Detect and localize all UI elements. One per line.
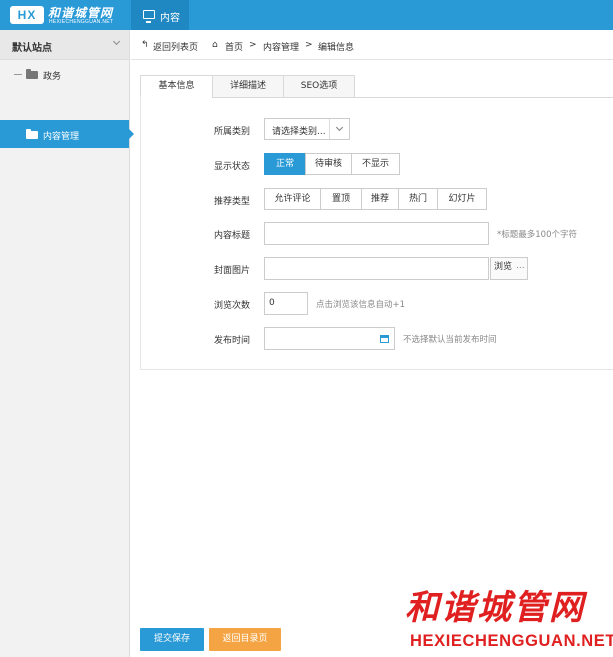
cover-label: 封面图片 <box>214 266 251 276</box>
category-label: 所属类别 <box>214 127 251 137</box>
calendar-icon[interactable] <box>380 335 389 343</box>
tab-seo-options[interactable]: SEO选项 <box>283 75 355 98</box>
recommend-button[interactable]: 推荐 <box>361 188 399 210</box>
title-input[interactable] <box>264 222 489 245</box>
views-input[interactable]: 0 <box>264 292 308 315</box>
cover-image-input[interactable] <box>264 257 489 280</box>
back-arrow-icon[interactable]: ↰ <box>141 40 149 50</box>
category-select[interactable]: 请选择类别... <box>264 118 350 140</box>
title-hint: *标题最多100个字符 <box>497 230 577 240</box>
tab-detail-description[interactable]: 详细描述 <box>212 75 284 98</box>
active-pointer <box>129 129 134 139</box>
sidebar-item-label: 内容管理 <box>43 132 80 142</box>
publish-time-hint: 不选择默认当前发布时间 <box>403 335 497 345</box>
breadcrumb: ↰ 返回列表页 ⌂ 首页 > 内容管理 > 编辑信息 <box>131 30 613 60</box>
recommend-label: 推荐类型 <box>214 197 251 207</box>
chevron-down-icon <box>112 37 121 46</box>
status-toggle-group: 正常 待审核 不显示 <box>264 153 400 175</box>
recommend-toggle-group: 允许评论 置顶 推荐 热门 幻灯片 <box>264 188 487 210</box>
browse-button[interactable]: 浏览 ... <box>490 257 528 280</box>
chevron-down-icon <box>329 119 349 139</box>
views-value: 0 <box>269 298 275 308</box>
folder-icon <box>26 69 38 79</box>
ellipsis-icon: ... <box>516 261 525 271</box>
top-tab-content[interactable]: 内容 <box>131 0 189 30</box>
logo-badge: HX <box>10 6 44 24</box>
site-selector[interactable]: 默认站点 <box>0 30 129 60</box>
browse-button-label: 浏览 <box>494 262 513 272</box>
breadcrumb-home[interactable]: 首页 <box>225 40 243 53</box>
site-label: 默认站点 <box>12 43 52 54</box>
monitor-icon <box>143 10 155 23</box>
breadcrumb-separator: > <box>249 40 257 50</box>
sidebar-item-label: 政务 <box>43 72 62 82</box>
sidebar-item-content-management[interactable]: 内容管理 <box>0 120 134 148</box>
views-label: 浏览次数 <box>214 301 251 311</box>
breadcrumb-current: 编辑信息 <box>318 43 355 53</box>
publish-time-input[interactable] <box>264 327 395 350</box>
home-icon[interactable]: ⌂ <box>212 40 218 50</box>
status-pending-button[interactable]: 待审核 <box>305 153 352 175</box>
title-label: 内容标题 <box>214 231 251 241</box>
logo-subtext: HEXIECHENGGUAN.NET <box>49 19 114 25</box>
form-tabs: 基本信息 详细描述 SEO选项 <box>140 75 613 98</box>
status-label: 显示状态 <box>214 162 251 172</box>
tree-line <box>14 74 22 75</box>
tab-basic-info[interactable]: 基本信息 <box>140 75 213 98</box>
slideshow-button[interactable]: 幻灯片 <box>437 188 487 210</box>
watermark-url: HEXIECHENGGUAN.NET <box>410 632 613 650</box>
submit-save-button[interactable]: 提交保存 <box>140 628 204 651</box>
hot-button[interactable]: 热门 <box>398 188 438 210</box>
watermark-logo: 和谐城管网 <box>405 588 585 628</box>
breadcrumb-content-management[interactable]: 内容管理 <box>263 40 299 53</box>
status-normal-button[interactable]: 正常 <box>264 153 306 175</box>
logo: HX 和谐城管网 HEXIECHENGGUAN.NET <box>0 0 130 30</box>
status-hidden-button[interactable]: 不显示 <box>351 153 400 175</box>
sidebar-item-politics[interactable]: 政务 <box>0 62 129 88</box>
pin-top-button[interactable]: 置顶 <box>320 188 362 210</box>
views-hint: 点击浏览该信息自动+1 <box>316 300 406 310</box>
allow-comments-button[interactable]: 允许评论 <box>264 188 321 210</box>
back-to-list-link[interactable]: 返回列表页 <box>153 40 198 53</box>
publish-time-label: 发布时间 <box>214 336 251 346</box>
top-tab-label: 内容 <box>160 13 180 24</box>
top-bar: HX 和谐城管网 HEXIECHENGGUAN.NET 内容 <box>0 0 613 30</box>
breadcrumb-separator: > <box>305 40 313 50</box>
sidebar: 默认站点 政务 内容管理 <box>0 30 134 657</box>
category-value: 请选择类别... <box>272 127 326 137</box>
back-to-directory-button[interactable]: 返回目录页 <box>209 628 281 651</box>
folder-open-icon <box>26 129 38 139</box>
